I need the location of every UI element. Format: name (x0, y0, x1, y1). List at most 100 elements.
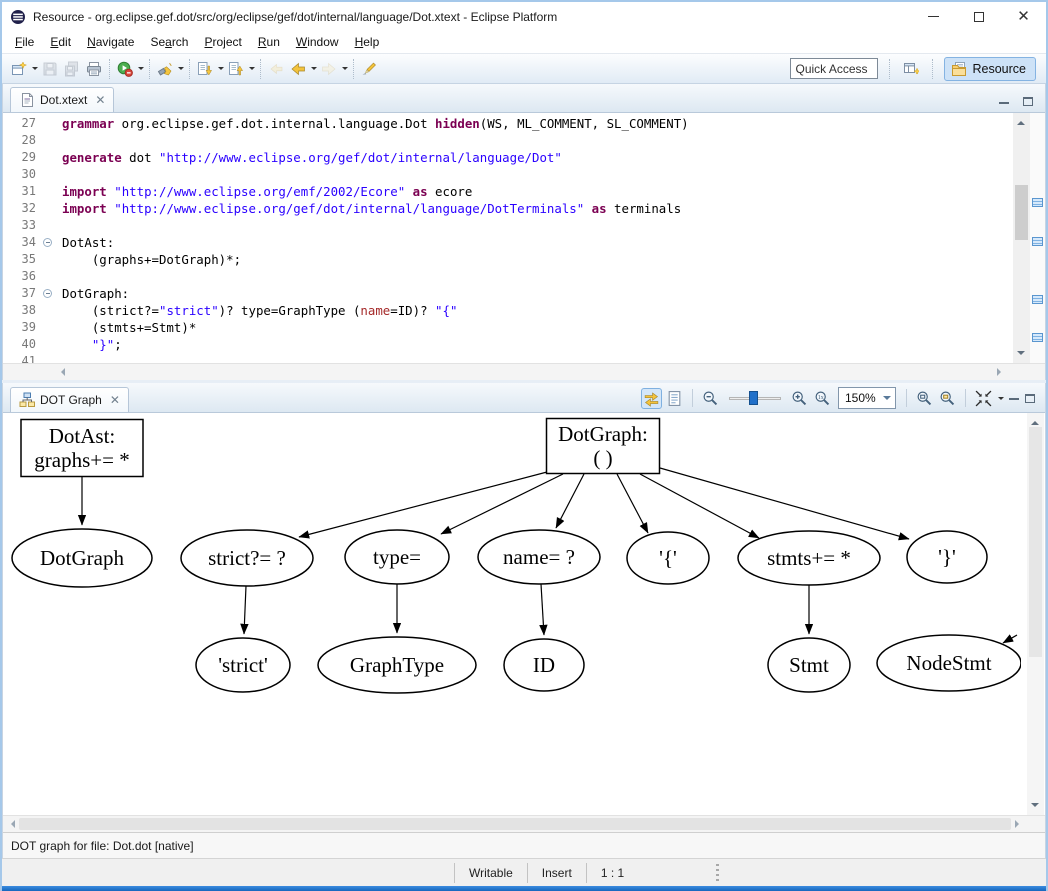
previous-annotation-button[interactable] (226, 59, 246, 79)
dropdown-caret-icon[interactable] (218, 67, 224, 73)
slider-thumb[interactable] (749, 391, 758, 405)
graph-node-DotAst[interactable]: DotAst:graphs+= * (21, 420, 143, 477)
window-minimize-button[interactable] (911, 2, 956, 31)
maximize-view-button[interactable] (1023, 392, 1037, 405)
menu-file[interactable]: File (7, 33, 42, 51)
scroll-right-icon[interactable] (1015, 820, 1023, 828)
maximize-editor-icon[interactable] (1023, 97, 1033, 106)
tab-dot-xtext[interactable]: Dot.xtext ✕ (10, 87, 114, 112)
fold-column (41, 336, 56, 353)
scroll-down-icon[interactable] (1017, 351, 1025, 359)
graph-node-DotGraphRule[interactable]: DotGraph:( ) (547, 419, 660, 474)
occurrence-marker[interactable] (1032, 295, 1043, 304)
graph-node-name-assign[interactable]: name= ? (478, 530, 600, 584)
next-annotation-button[interactable] (195, 59, 215, 79)
code-line: 27grammar org.eclipse.gef.dot.internal.l… (3, 115, 1011, 132)
graph-toolbar: 1x150% (641, 387, 1045, 412)
zoom-in-button[interactable] (789, 388, 810, 409)
save-button[interactable] (40, 59, 60, 79)
window-close-button[interactable]: ✕ (1001, 2, 1046, 31)
search-button[interactable] (155, 59, 175, 79)
editor-horizontal-scrollbar[interactable] (3, 363, 1045, 380)
graph-canvas[interactable]: DotAst:graphs+= * DotGraph:( ) DotGraph str… (3, 413, 1045, 815)
dropdown-caret-icon[interactable] (178, 67, 184, 73)
chevron-down-icon[interactable] (883, 396, 891, 404)
fold-collapse-icon[interactable] (43, 238, 52, 247)
scroll-left-icon[interactable] (7, 820, 15, 828)
dropdown-caret-icon[interactable] (998, 397, 1004, 403)
menu-help[interactable]: Help (347, 33, 388, 51)
code-text (56, 353, 62, 363)
zoom-selection-button[interactable] (914, 388, 935, 409)
zoom-sel-icon (916, 390, 933, 407)
open-file-button[interactable] (664, 388, 685, 409)
back-button[interactable] (288, 59, 308, 79)
occurrence-marker[interactable] (1032, 237, 1043, 246)
dropdown-caret-icon[interactable] (311, 67, 317, 73)
graph-node-Stmt[interactable]: Stmt (768, 638, 850, 692)
minimize-editor-icon[interactable] (999, 100, 1009, 104)
last-edit-location-button[interactable] (266, 59, 286, 79)
menu-navigate[interactable]: Navigate (79, 33, 142, 51)
window-maximize-button[interactable] (956, 2, 1001, 31)
occurrence-marker[interactable] (1032, 333, 1043, 342)
graph-node-GraphType[interactable]: GraphType (318, 637, 476, 693)
run-button[interactable] (115, 59, 135, 79)
graph-node-ID[interactable]: ID (504, 639, 584, 691)
link-with-editor-button[interactable] (641, 388, 662, 409)
fit-to-viewport-button[interactable] (973, 388, 994, 409)
zoom-out-button[interactable] (700, 388, 721, 409)
scroll-up-icon[interactable] (1031, 417, 1039, 425)
menu-edit[interactable]: Edit (42, 33, 79, 51)
quick-access-input[interactable] (790, 58, 878, 79)
scrollbar-thumb[interactable] (19, 818, 1011, 830)
zoom-level-combo[interactable]: 150% (838, 387, 896, 409)
mark-occurrences-button[interactable] (359, 59, 379, 79)
resource-perspective-button[interactable]: Resource (944, 57, 1037, 81)
occurrence-marker[interactable] (1032, 198, 1043, 207)
save-all-button[interactable] (62, 59, 82, 79)
graph-node-stmts-assign[interactable]: stmts+= * (738, 531, 880, 585)
menu-run[interactable]: Run (250, 33, 288, 51)
scroll-down-icon[interactable] (1031, 803, 1039, 811)
new-button[interactable] (9, 59, 29, 79)
fold-collapse-icon[interactable] (43, 289, 52, 298)
scroll-up-icon[interactable] (1017, 117, 1025, 125)
graph-node-type-assign[interactable]: type= (345, 530, 449, 584)
graph-node-strict-keyword[interactable]: 'strict' (196, 638, 290, 692)
zoom-reset-button[interactable]: 1x (812, 388, 833, 409)
graph-node-rbrace[interactable]: '}' (907, 531, 987, 583)
dropdown-caret-icon[interactable] (342, 67, 348, 73)
dropdown-caret-icon[interactable] (32, 67, 38, 73)
graph-horizontal-scrollbar[interactable] (3, 815, 1045, 832)
scrollbar-thumb[interactable] (1029, 427, 1042, 657)
scroll-left-icon[interactable] (57, 368, 65, 376)
forward-button[interactable] (319, 59, 339, 79)
zoom-slider[interactable] (729, 390, 781, 406)
editor-vertical-scrollbar[interactable] (1013, 113, 1030, 363)
menu-window[interactable]: Window (288, 33, 347, 51)
dropdown-caret-icon[interactable] (249, 67, 255, 73)
code-editor[interactable]: 27grammar org.eclipse.gef.dot.internal.l… (3, 113, 1045, 363)
minimize-view-button[interactable] (1007, 394, 1021, 402)
graph-node-strict-assign[interactable]: strict?= ? (181, 530, 313, 586)
code-line: 36 (3, 268, 1011, 285)
graph-node-NodeStmt[interactable]: NodeStmt (877, 635, 1021, 691)
close-tab-icon[interactable]: ✕ (110, 393, 120, 407)
dropdown-caret-icon[interactable] (138, 67, 144, 73)
graph-node-lbrace[interactable]: '{' (627, 532, 709, 584)
fold-column (41, 183, 56, 200)
editor-tabstrip: Dot.xtext ✕ (3, 84, 1045, 113)
open-perspective-button[interactable] (901, 59, 921, 79)
menu-search[interactable]: Search (142, 33, 196, 51)
graph-vertical-scrollbar[interactable] (1027, 413, 1044, 815)
close-tab-icon[interactable]: ✕ (95, 93, 105, 107)
scroll-right-icon[interactable] (997, 368, 1005, 376)
print-button[interactable] (84, 59, 104, 79)
scrollbar-thumb[interactable] (1015, 185, 1028, 240)
overview-ruler[interactable] (1030, 113, 1045, 363)
menu-project[interactable]: Project (196, 33, 249, 51)
tab-dot-graph[interactable]: DOT Graph ✕ (10, 387, 129, 412)
graph-node-DotGraph[interactable]: DotGraph (12, 529, 152, 587)
zoom-fit-button[interactable] (937, 388, 958, 409)
